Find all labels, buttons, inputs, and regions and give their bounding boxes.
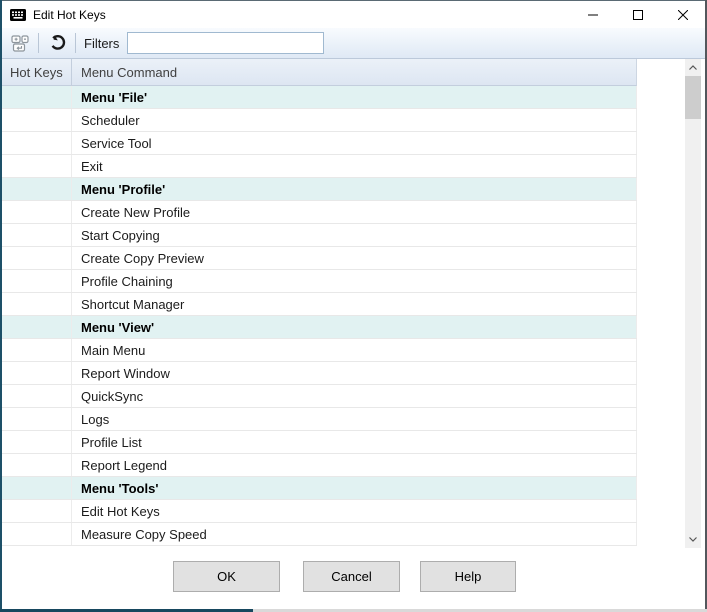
ok-button[interactable]: OK <box>173 561 280 592</box>
table-row[interactable]: Measure Copy Speed <box>2 523 637 546</box>
hotkey-cell[interactable] <box>2 132 72 154</box>
table-row[interactable]: QuickSync <box>2 385 637 408</box>
menu-command-cell[interactable]: Edit Hot Keys <box>72 500 637 522</box>
table-row[interactable]: Report Window <box>2 362 637 385</box>
hotkeys-table: Hot Keys Menu Command Menu 'File'Schedul… <box>2 59 637 546</box>
menu-command-cell[interactable]: Shortcut Manager <box>72 293 637 315</box>
menu-command-cell[interactable]: Report Window <box>72 362 637 384</box>
menu-command-cell[interactable]: Profile Chaining <box>72 270 637 292</box>
window-border-top <box>0 0 707 1</box>
toolbar: Filters <box>2 28 705 59</box>
hotkey-cell[interactable] <box>2 385 72 407</box>
menu-command-cell[interactable]: Menu 'Tools' <box>72 477 637 499</box>
menu-command-cell[interactable]: Menu 'View' <box>72 316 637 338</box>
table-row[interactable]: Start Copying <box>2 224 637 247</box>
table-row[interactable]: Scheduler <box>2 109 637 132</box>
hotkey-cell[interactable] <box>2 224 72 246</box>
hotkey-cell[interactable] <box>2 178 72 200</box>
table-row[interactable]: Create New Profile <box>2 201 637 224</box>
column-header-hotkeys[interactable]: Hot Keys <box>2 59 72 85</box>
menu-command-cell[interactable]: Profile List <box>72 431 637 453</box>
hotkey-cell[interactable] <box>2 339 72 361</box>
keyboard-icon <box>10 7 26 23</box>
hotkey-cell[interactable] <box>2 247 72 269</box>
table-row[interactable]: Create Copy Preview <box>2 247 637 270</box>
menu-command-cell[interactable]: Main Menu <box>72 339 637 361</box>
filters-label: Filters <box>84 36 119 51</box>
menu-command-cell[interactable]: Create Copy Preview <box>72 247 637 269</box>
table-row[interactable]: Menu 'View' <box>2 316 637 339</box>
scroll-down-icon[interactable] <box>685 531 701 548</box>
hotkey-cell[interactable] <box>2 86 72 108</box>
hotkey-cell[interactable] <box>2 477 72 499</box>
hotkey-cell[interactable] <box>2 431 72 453</box>
reset-hotkeys-icon[interactable] <box>44 31 70 55</box>
cancel-button[interactable]: Cancel <box>303 561 400 592</box>
hotkey-cell[interactable] <box>2 201 72 223</box>
edit-hot-keys-dialog: Edit Hot Keys <box>0 0 707 612</box>
table-header: Hot Keys Menu Command <box>2 59 637 86</box>
window-border-left <box>0 0 2 612</box>
toolbar-separator <box>38 33 39 53</box>
table-row[interactable]: Shortcut Manager <box>2 293 637 316</box>
title-bar: Edit Hot Keys <box>2 1 705 28</box>
table-row[interactable]: Exit <box>2 155 637 178</box>
menu-command-cell[interactable]: QuickSync <box>72 385 637 407</box>
column-header-menu-command[interactable]: Menu Command <box>72 59 636 85</box>
minimize-button[interactable] <box>570 1 615 28</box>
table-body: Menu 'File'SchedulerService ToolExitMenu… <box>2 86 637 546</box>
menu-command-cell[interactable]: Scheduler <box>72 109 637 131</box>
assign-hotkey-keyboard-icon[interactable] <box>7 31 33 55</box>
table-row[interactable]: Main Menu <box>2 339 637 362</box>
menu-command-cell[interactable]: Measure Copy Speed <box>72 523 637 545</box>
hotkey-cell[interactable] <box>2 293 72 315</box>
maximize-button[interactable] <box>615 1 660 28</box>
filter-input[interactable] <box>127 32 324 54</box>
toolbar-separator <box>75 33 76 53</box>
table-row[interactable]: Logs <box>2 408 637 431</box>
menu-command-cell[interactable]: Menu 'File' <box>72 86 637 108</box>
hotkey-cell[interactable] <box>2 109 72 131</box>
close-button[interactable] <box>660 1 705 28</box>
table-row[interactable]: Report Legend <box>2 454 637 477</box>
table-row[interactable]: Menu 'Profile' <box>2 178 637 201</box>
table-row[interactable]: Profile Chaining <box>2 270 637 293</box>
hotkey-cell[interactable] <box>2 155 72 177</box>
menu-command-cell[interactable]: Start Copying <box>72 224 637 246</box>
menu-command-cell[interactable]: Service Tool <box>72 132 637 154</box>
hotkey-cell[interactable] <box>2 454 72 476</box>
menu-command-cell[interactable]: Report Legend <box>72 454 637 476</box>
table-row[interactable]: Service Tool <box>2 132 637 155</box>
vertical-scrollbar[interactable] <box>685 59 701 548</box>
menu-command-cell[interactable]: Logs <box>72 408 637 430</box>
hotkey-cell[interactable] <box>2 500 72 522</box>
table-row[interactable]: Profile List <box>2 431 637 454</box>
table-row[interactable]: Menu 'File' <box>2 86 637 109</box>
scroll-up-icon[interactable] <box>685 59 701 76</box>
menu-command-cell[interactable]: Create New Profile <box>72 201 637 223</box>
hotkey-cell[interactable] <box>2 316 72 338</box>
scrollbar-thumb[interactable] <box>685 76 701 119</box>
hotkey-cell[interactable] <box>2 408 72 430</box>
help-button[interactable]: Help <box>420 561 516 592</box>
hotkey-cell[interactable] <box>2 523 72 545</box>
menu-command-cell[interactable]: Exit <box>72 155 637 177</box>
window-title: Edit Hot Keys <box>33 8 106 22</box>
hotkey-cell[interactable] <box>2 362 72 384</box>
table-row[interactable]: Menu 'Tools' <box>2 477 637 500</box>
hotkey-cell[interactable] <box>2 270 72 292</box>
window-controls <box>570 1 705 28</box>
menu-command-cell[interactable]: Menu 'Profile' <box>72 178 637 200</box>
table-row[interactable]: Edit Hot Keys <box>2 500 637 523</box>
